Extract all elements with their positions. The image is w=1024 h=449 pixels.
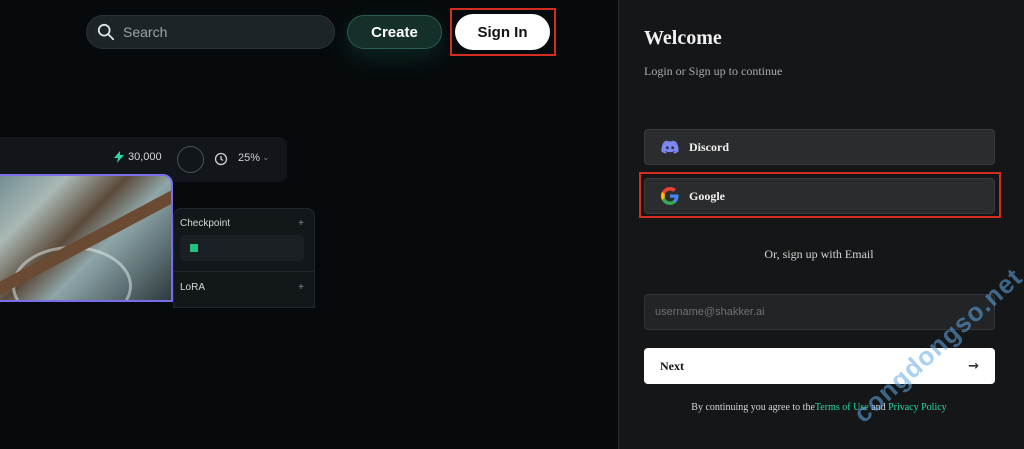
page-title: Welcome xyxy=(644,27,722,49)
add-checkpoint-button[interactable]: + xyxy=(298,218,304,229)
add-lora-button[interactable]: + xyxy=(298,282,304,293)
email-placeholder: username@shakker.ai xyxy=(655,306,765,318)
google-icon xyxy=(661,187,679,205)
credit-counter: 30,000 xyxy=(114,151,162,163)
auth-panel: Welcome Login or Sign up to continue Dis… xyxy=(618,0,1024,449)
google-label: Google xyxy=(689,188,725,203)
arrow-right-icon: → xyxy=(968,358,979,374)
workspace-pane: Search Create Sign In 30,000 25% ⌄ Check… xyxy=(0,0,618,449)
search-icon xyxy=(97,23,115,41)
google-login-button[interactable]: Google xyxy=(644,178,995,214)
terms-prefix: By continuing you agree to the xyxy=(691,402,815,413)
discord-login-button[interactable]: Discord xyxy=(644,129,995,165)
signin-button[interactable]: Sign In xyxy=(455,14,550,50)
divider xyxy=(174,271,314,272)
checkpoint-slot[interactable] xyxy=(180,235,304,261)
search-bar[interactable]: Search xyxy=(86,15,335,49)
lightning-icon xyxy=(114,151,124,163)
lora-label: LoRA xyxy=(180,282,206,293)
model-icon xyxy=(190,244,198,252)
privacy-link[interactable]: Privacy Policy xyxy=(888,402,947,413)
chevron-down-icon: ⌄ xyxy=(262,152,270,162)
page-subtitle: Login or Sign up to continue xyxy=(644,64,783,78)
progress-ring[interactable] xyxy=(177,146,204,173)
generated-image-card[interactable] xyxy=(0,174,173,302)
next-label: Next xyxy=(660,358,684,373)
credit-value: 30,000 xyxy=(128,151,162,163)
search-placeholder: Search xyxy=(123,24,168,40)
model-panel: Checkpoint + LoRA + xyxy=(173,208,315,308)
terms-text: By continuing you agree to theTerms of U… xyxy=(619,402,1019,413)
percent-selector[interactable]: 25% xyxy=(238,152,260,164)
email-divider-text: Or, sign up with Email xyxy=(764,247,874,261)
discord-label: Discord xyxy=(689,139,729,154)
discord-icon xyxy=(661,140,679,154)
create-button[interactable]: Create xyxy=(347,15,442,49)
clock-icon xyxy=(214,152,228,166)
checkpoint-label: Checkpoint xyxy=(180,218,231,229)
